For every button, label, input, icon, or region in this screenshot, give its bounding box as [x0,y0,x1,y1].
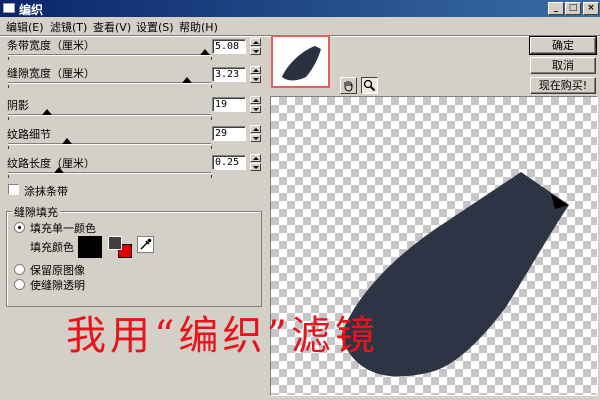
slider-spinner[interactable] [250,38,261,55]
menu-filter[interactable]: 滤镜(T) [50,19,87,35]
thumbnail-navigator[interactable] [271,35,330,88]
slider-track[interactable] [8,143,211,145]
menu-settings[interactable]: 设置(S) [136,19,174,35]
slider-tick [211,117,212,120]
slider-track[interactable] [8,172,211,174]
slider-tick [211,85,212,88]
slider-track[interactable] [8,54,211,56]
spin-down-icon[interactable] [250,163,261,171]
eyedropper-icon[interactable] [137,236,154,253]
slider-spinner[interactable] [250,154,261,171]
spin-down-icon[interactable] [250,47,261,55]
slider-label: 纹路细节 [7,128,51,141]
slider-label: 缝隙宽度（厘米） [7,67,95,80]
slider-thumb[interactable] [181,77,192,83]
slider-tick [8,85,9,88]
slider-thumb[interactable] [61,138,72,144]
fill-color-label: 填充颜色 [30,241,74,254]
cancel-button[interactable]: 取消 [530,57,596,74]
radio-transparent-gaps[interactable] [14,279,25,290]
radio-fill-solid-label: 填充单一颜色 [30,222,96,235]
slider-value-input[interactable]: 3.23 [212,67,246,82]
slider-label: 纹路长度（厘米） [7,157,95,170]
slider-thumb[interactable] [41,109,52,115]
radio-keep-original[interactable] [14,264,25,275]
slider-tick [8,117,9,120]
slider-thumb[interactable] [199,49,210,55]
minimize-button[interactable]: _ [548,2,564,15]
hand-icon[interactable] [340,77,357,94]
spin-down-icon[interactable] [250,75,261,83]
slider-tick [8,175,9,178]
slider-tick [211,146,212,149]
slider-label: 阴影 [7,99,29,112]
radio-fill-solid[interactable] [14,222,25,233]
overlay-caption: 我用“编织”滤镜 [66,313,379,359]
slider-track[interactable] [8,114,211,116]
spin-up-icon[interactable] [250,66,261,74]
radio-keep-original-label: 保留原图像 [30,264,85,277]
slider-value-input[interactable]: 19 [212,97,246,112]
slider-tick [211,175,212,178]
zoom-icon[interactable] [361,77,378,94]
buy-now-button[interactable]: 现在购买! [530,77,596,94]
smear-strips-checkbox[interactable] [8,184,19,195]
app-icon [3,3,15,13]
menu-help[interactable]: 帮助(H) [179,19,218,35]
slider-value-input[interactable]: 29 [212,126,246,141]
spin-down-icon[interactable] [250,105,261,113]
close-button[interactable]: × [583,2,599,15]
secondary-color-swatch-dark[interactable] [108,236,122,250]
slider-value-input[interactable]: 5.08 [212,39,246,54]
menu-bar: 编辑(E) 滤镜(T) 查看(V) 设置(S) 帮助(H) [0,17,600,35]
ok-button[interactable]: 确定 [529,36,597,55]
menu-view[interactable]: 查看(V) [93,19,131,35]
slider-tick [8,57,9,60]
slider-label: 条带宽度（厘米） [7,39,95,52]
slider-track[interactable] [8,82,211,84]
slider-spinner[interactable] [250,125,261,142]
slider-spinner[interactable] [250,66,261,83]
slider-value-input[interactable]: 0.25 [212,155,246,170]
spin-up-icon[interactable] [250,125,261,133]
slider-spinner[interactable] [250,96,261,113]
menu-edit[interactable]: 编辑(E) [6,19,44,35]
spin-up-icon[interactable] [250,96,261,104]
spin-down-icon[interactable] [250,134,261,142]
slider-thumb[interactable] [53,167,64,173]
title-bar: 编织 _ □ × [0,0,600,17]
fill-color-swatch[interactable] [78,236,102,258]
maximize-button[interactable]: □ [565,2,581,15]
spin-up-icon[interactable] [250,38,261,46]
slider-tick [8,146,9,149]
spin-up-icon[interactable] [250,154,261,162]
gap-fill-title: 缝隙填充 [12,204,60,220]
slider-tick [211,57,212,60]
radio-transparent-gaps-label: 使缝隙透明 [30,279,85,292]
window-title: 编织 [19,3,44,17]
smear-strips-label: 涂抹条带 [24,185,68,198]
